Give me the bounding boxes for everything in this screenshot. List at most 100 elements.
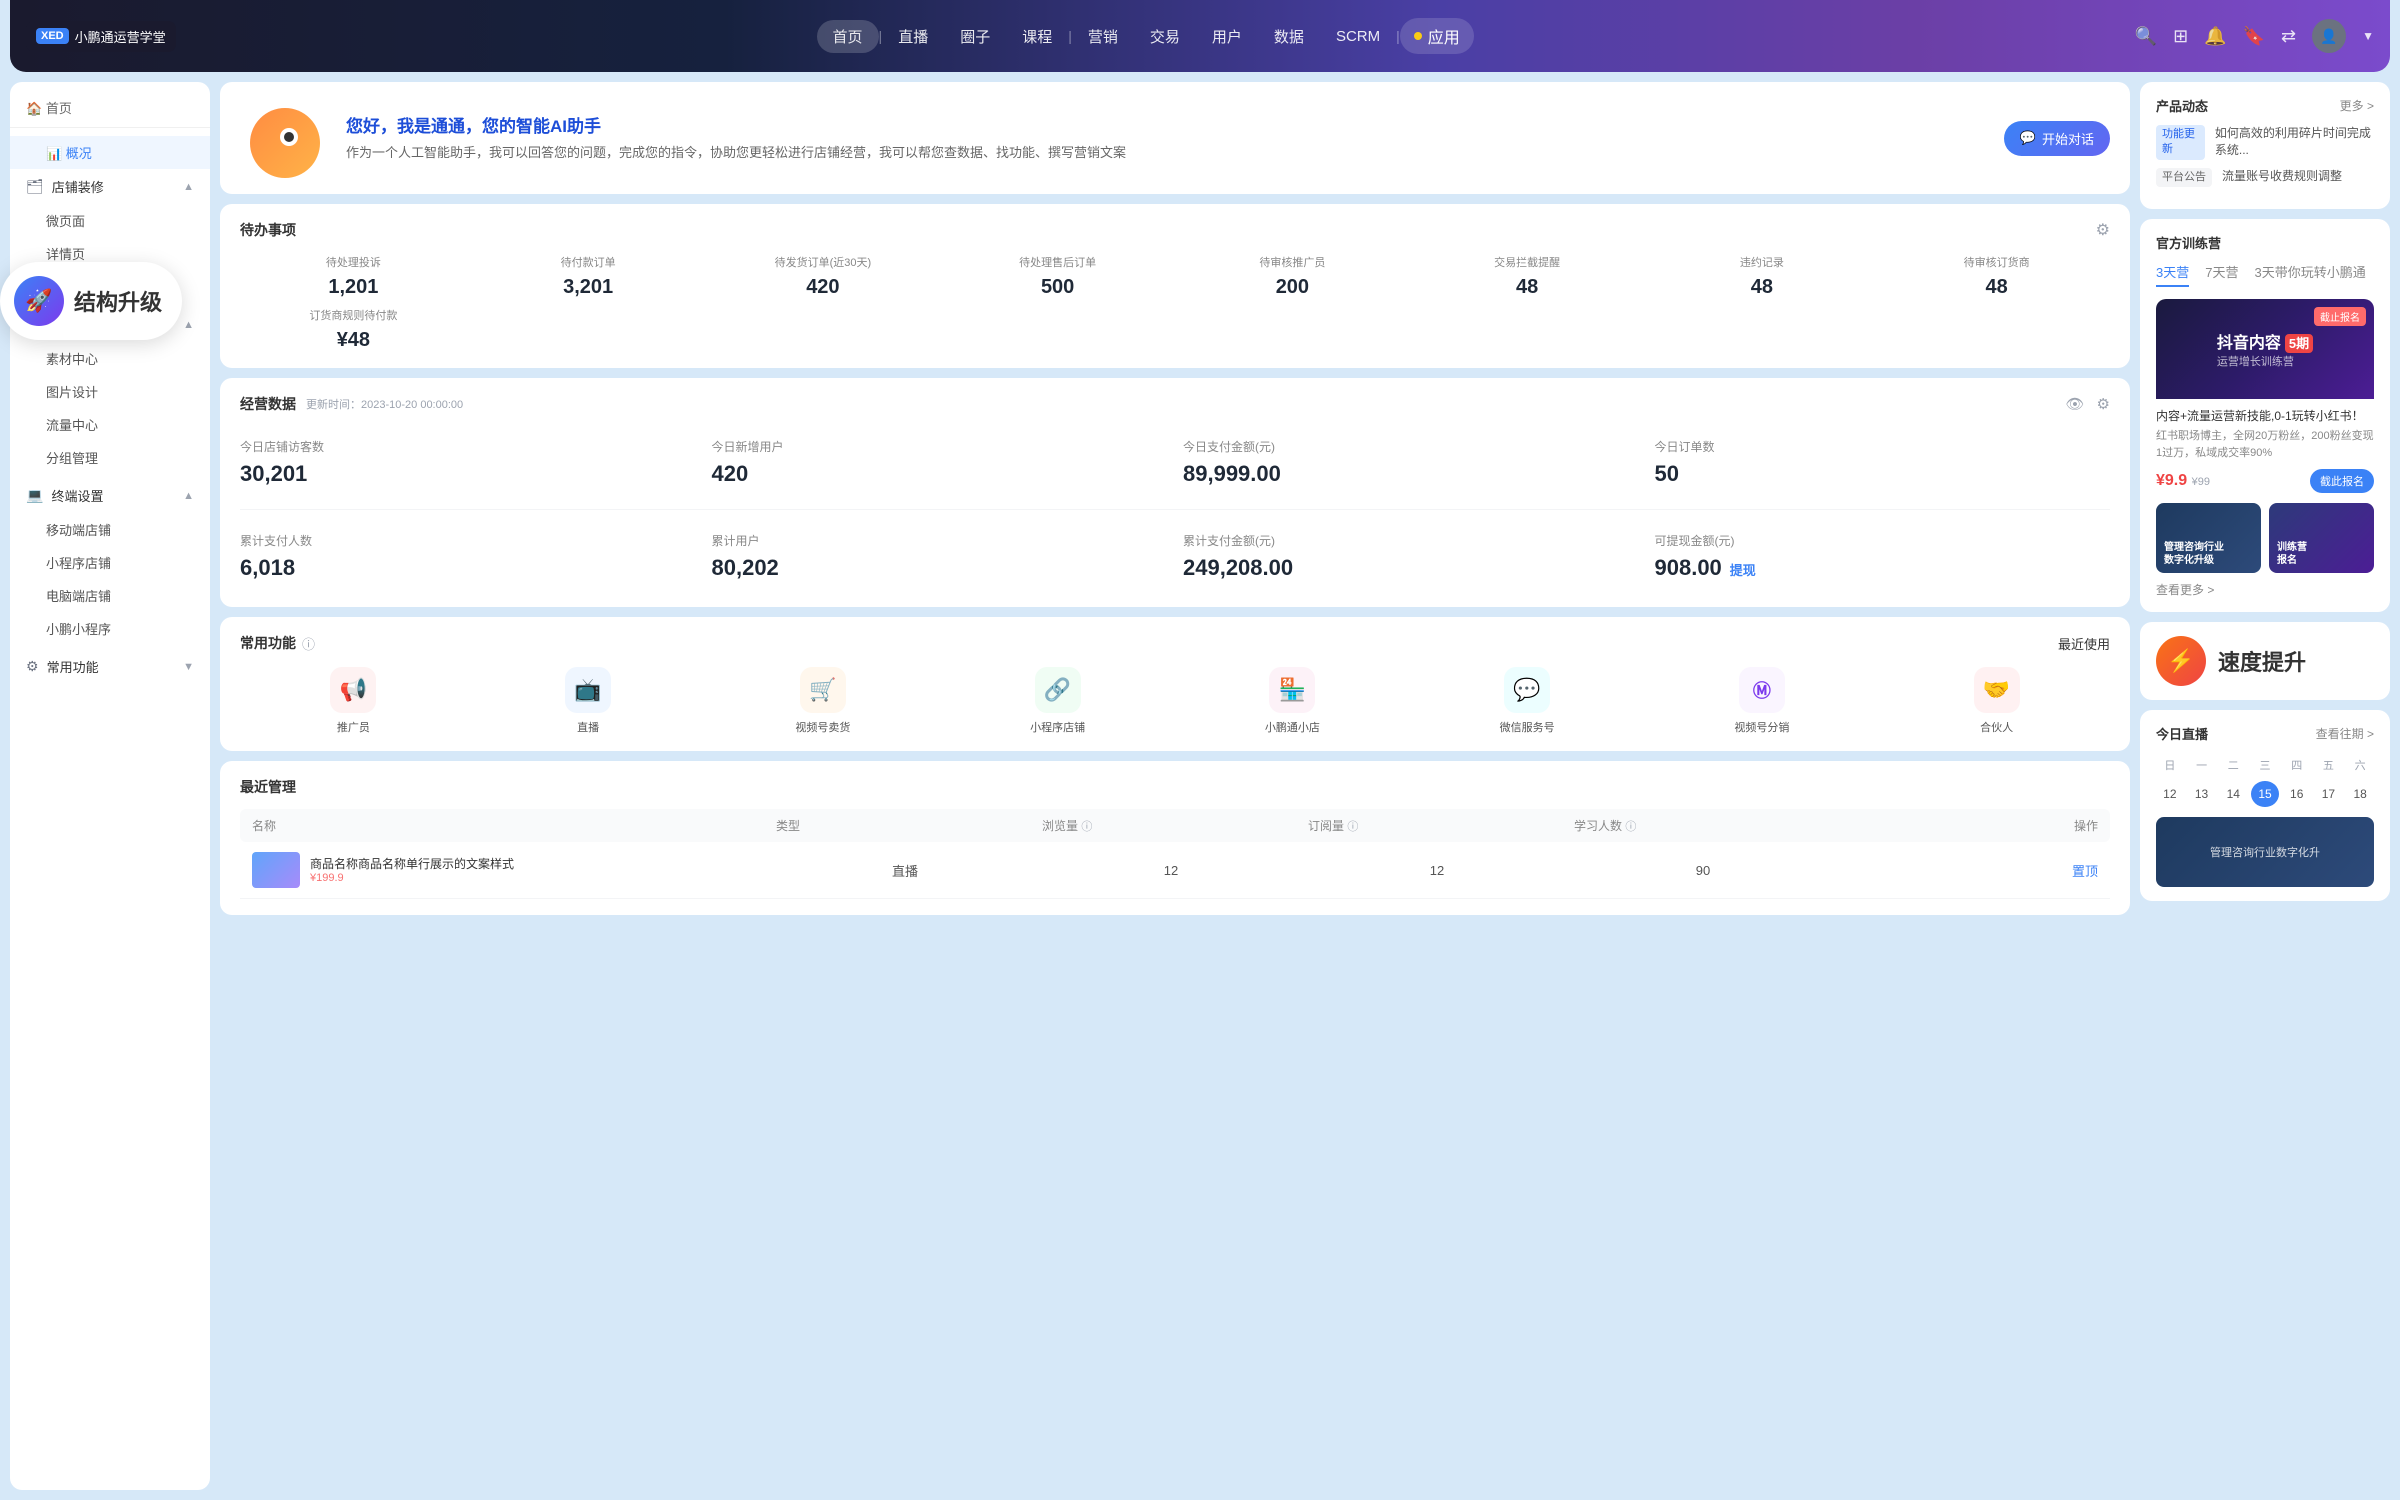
training-tab-xiaopeng[interactable]: 3天带你玩转小鹏通	[2254, 262, 2365, 287]
training-section: 官方训练营 3天营 7天营 3天带你玩转小鹏通 抖音内容5期 运营增长训练营 截…	[2140, 219, 2390, 612]
func-item-wechat-service[interactable]: 💬 微信服务号	[1414, 667, 1641, 735]
refresh-icon[interactable]: ⇄	[2281, 26, 2296, 47]
pending-item-8[interactable]: 订货商规则待付款 ¥48	[240, 307, 467, 352]
sidebar-item-miniapp-store[interactable]: 小程序店铺	[10, 546, 210, 579]
sidebar-item-xiaopeng-miniapp[interactable]: 小鹏小程序	[10, 612, 210, 645]
cal-day-12[interactable]: 12	[2156, 781, 2184, 807]
func-item-video-dist[interactable]: Ⓜ 视频号分销	[1649, 667, 1876, 735]
dyn-item-0: 功能更新 如何高效的利用碎片时间完成系统...	[2156, 125, 2374, 160]
pending-item-1[interactable]: 待付款订单 3,201	[475, 254, 702, 299]
pending-item-2[interactable]: 待发货订单(近30天) 420	[710, 254, 937, 299]
nav-item-circle[interactable]: 圈子	[944, 20, 1006, 53]
nav-item-trade[interactable]: 交易	[1134, 20, 1196, 53]
pending-grid: 待处理投诉 1,201 待付款订单 3,201 待发货订单(近30天) 420 …	[240, 254, 2110, 352]
biz-item-cum-payment: 累计支付金额(元) 249,208.00	[1183, 522, 1639, 591]
pending-label-2: 待发货订单(近30天)	[710, 254, 937, 270]
bell-icon[interactable]: 🔔	[2204, 26, 2226, 47]
dropdown-icon[interactable]: ▼	[2362, 29, 2374, 43]
pending-value-0: 1,201	[240, 276, 467, 299]
wechat-service-icon-wrap: 💬	[1504, 667, 1550, 713]
cal-header-thu: 四	[2283, 753, 2311, 777]
live-calendar: 日 一 二 三 四 五 六 12 13 14 15 16 17 18	[2156, 753, 2374, 807]
biz-gear-icon[interactable]: ⚙	[2097, 395, 2110, 413]
row-op-pin[interactable]: 置顶	[1840, 861, 2098, 880]
sidebar-item-materials[interactable]: 素材中心	[10, 342, 210, 375]
training-price: ¥9.9	[2156, 472, 2187, 489]
func-item-partner[interactable]: 🤝 合伙人	[1883, 667, 2110, 735]
pending-item-0[interactable]: 待处理投诉 1,201	[240, 254, 467, 299]
nav-item-live[interactable]: 直播	[882, 20, 944, 53]
nav-apps-label: 应用	[1428, 24, 1460, 48]
training-mini-card-2[interactable]: 训练营报名	[2269, 503, 2374, 573]
col-name: 名称	[252, 817, 768, 834]
func-item-xiaopeng-shop[interactable]: 🏪 小鹏通小店	[1179, 667, 1406, 735]
row-views: 12	[1042, 863, 1300, 878]
func-item-live[interactable]: 📺 直播	[475, 667, 702, 735]
pending-item-5[interactable]: 交易拦截提醒 48	[1414, 254, 1641, 299]
withdraw-link[interactable]: 提现	[1730, 563, 1756, 578]
func-name-xiaopeng-shop: 小鹏通小店	[1265, 719, 1320, 735]
row-product-name: 商品名称商品名称单行展示的文案样式	[310, 856, 514, 873]
sidebar-item-traffic[interactable]: 流量中心	[10, 408, 210, 441]
live-more[interactable]: 查看往期 >	[2316, 725, 2374, 742]
row-students: 90	[1574, 863, 1832, 878]
cal-day-18[interactable]: 18	[2346, 781, 2374, 807]
pending-value-8: ¥48	[240, 329, 467, 352]
row-orders: 12	[1308, 863, 1566, 878]
training-tab-3day[interactable]: 3天营	[2156, 262, 2189, 287]
logo-area[interactable]: XED 小鹏通运营学堂	[26, 21, 176, 52]
biz-label-cum-users: 累计用户	[712, 532, 1168, 549]
sidebar-group-terminal-header[interactable]: 💻 终端设置 ▲	[10, 478, 210, 513]
cal-header-sun: 日	[2156, 753, 2184, 777]
training-banner-main: 抖音内容5期	[2217, 329, 2313, 353]
search-icon[interactable]: 🔍	[2135, 26, 2157, 47]
nav-apps-btn[interactable]: 应用	[1400, 18, 1474, 54]
func-item-promoter[interactable]: 📢 推广员	[240, 667, 467, 735]
sidebar-group-store-decor-header[interactable]: 🗂 店铺装修 ▲	[10, 169, 210, 204]
see-more-link[interactable]: 查看更多 >	[2156, 581, 2374, 598]
pending-item-4[interactable]: 待审核推广员 200	[1179, 254, 1406, 299]
cal-day-15[interactable]: 15	[2251, 781, 2279, 807]
cal-day-14[interactable]: 14	[2219, 781, 2247, 807]
product-dyn-more[interactable]: 更多 >	[2340, 97, 2374, 114]
pending-item-3[interactable]: 待处理售后订单 500	[944, 254, 1171, 299]
training-mini-card-1[interactable]: 管理咨询行业数字化升级	[2156, 503, 2261, 573]
partner-icon-wrap: 🤝	[1974, 667, 2020, 713]
func-item-miniapp-store[interactable]: 🔗 小程序店铺	[944, 667, 1171, 735]
sidebar-item-mobile-store[interactable]: 移动端店铺	[10, 513, 210, 546]
grid-icon[interactable]: ⊞	[2173, 26, 2188, 47]
sidebar-item-pc-store[interactable]: 电脑端店铺	[10, 579, 210, 612]
ai-title: 您好，我是通通，您的智能AI助手	[346, 112, 1988, 137]
bookmark-icon[interactable]: 🔖	[2243, 26, 2265, 47]
nav-item-data[interactable]: 数据	[1258, 20, 1320, 53]
biz-icons: 👁 ⚙	[2066, 395, 2111, 413]
struct-upgrade-badge[interactable]: 🚀 结构升级	[0, 262, 182, 340]
pending-item-7[interactable]: 待审核订货商 48	[1883, 254, 2110, 299]
training-title: 官方训练营	[2156, 233, 2221, 252]
ai-chat-button[interactable]: 💬 开始对话	[2004, 121, 2110, 156]
pending-gear-icon[interactable]: ⚙	[2096, 220, 2110, 240]
training-cta-button[interactable]: 截此报名	[2310, 469, 2374, 493]
training-tab-7day[interactable]: 7天营	[2205, 262, 2238, 287]
nav-item-user[interactable]: 用户	[1196, 20, 1258, 53]
nav-item-home[interactable]: 首页	[817, 20, 879, 53]
cal-day-17[interactable]: 17	[2315, 781, 2343, 807]
pending-item-6[interactable]: 违约记录 48	[1649, 254, 1876, 299]
sidebar-item-group-manage[interactable]: 分组管理	[10, 441, 210, 474]
cal-day-13[interactable]: 13	[2188, 781, 2216, 807]
nav-item-course[interactable]: 课程	[1006, 20, 1068, 53]
nav-item-marketing[interactable]: 营销	[1072, 20, 1134, 53]
biz-eye-icon[interactable]: 👁	[2066, 395, 2085, 413]
sidebar-item-micro-page[interactable]: 微页面	[10, 204, 210, 237]
cal-day-16[interactable]: 16	[2283, 781, 2311, 807]
func-item-video-sell[interactable]: 🛒 视频号卖货	[710, 667, 937, 735]
video-sell-icon-wrap: 🛒	[800, 667, 846, 713]
dyn-badge-notice: 平台公告	[2156, 168, 2212, 187]
biz-value-new-users: 420	[712, 461, 1168, 487]
tiktok-badge: 截止报名	[2314, 307, 2366, 326]
sidebar-item-image-design[interactable]: 图片设计	[10, 375, 210, 408]
avatar[interactable]: 👤	[2312, 19, 2346, 53]
sidebar-item-overview[interactable]: 📊 概况	[10, 136, 210, 169]
sidebar-group-common-header[interactable]: ⚙ 常用功能 ▼	[10, 649, 210, 684]
nav-item-scrm[interactable]: SCRM	[1320, 22, 1396, 51]
